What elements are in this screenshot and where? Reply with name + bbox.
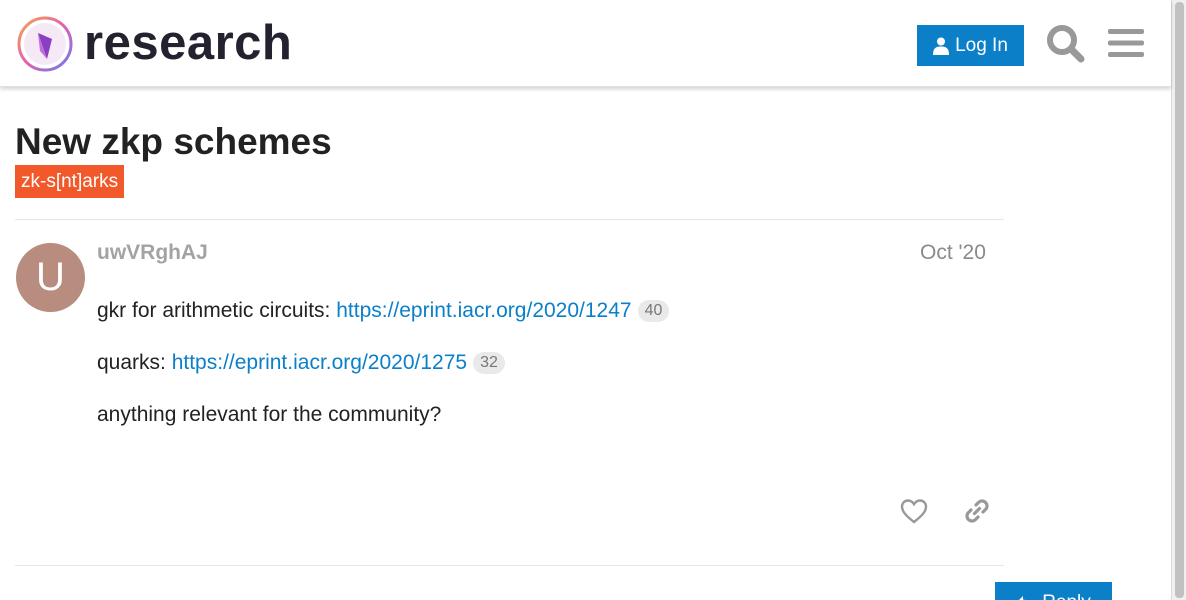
post-divider	[15, 565, 1004, 566]
site-title[interactable]: research	[84, 13, 292, 73]
category-badge[interactable]: zk-s[nt]arks	[15, 165, 125, 198]
post-link[interactable]: https://eprint.iacr.org/2020/1275	[172, 351, 467, 374]
avatar[interactable]: U	[16, 243, 85, 312]
link-click-count: 32	[473, 352, 505, 374]
site-logo[interactable]	[16, 15, 74, 73]
login-button[interactable]: Log In	[917, 25, 1024, 66]
reply-icon	[1019, 596, 1026, 600]
post-paragraph: anything relevant for the community?	[97, 402, 441, 428]
post-text: quarks:	[97, 351, 172, 374]
site-header: research Log In	[0, 0, 1171, 87]
reply-button-label: Reply	[1042, 592, 1091, 600]
search-icon[interactable]	[1043, 21, 1087, 65]
heart-icon	[900, 499, 928, 524]
user-icon	[933, 37, 950, 55]
share-link-button[interactable]	[956, 490, 998, 532]
post-text: anything relevant for the community?	[97, 403, 442, 426]
reply-button[interactable]: Reply	[995, 582, 1112, 600]
post-text: gkr for arithmetic circuits:	[97, 299, 337, 322]
like-button[interactable]	[893, 490, 935, 532]
login-button-label: Log In	[955, 34, 1008, 56]
scrollbar-thumb[interactable]	[1175, 2, 1184, 598]
post-paragraph: gkr for arithmetic circuits: https://epr…	[97, 298, 670, 324]
post-link[interactable]: https://eprint.iacr.org/2020/1247	[336, 299, 631, 322]
post-date[interactable]: Oct '20	[920, 240, 986, 266]
post-username[interactable]: uwVRghAJ	[97, 240, 208, 266]
topic-title[interactable]: New zkp schemes	[15, 120, 332, 164]
link-icon	[965, 499, 989, 523]
link-click-count: 40	[637, 300, 670, 322]
hamburger-menu-icon[interactable]	[1104, 21, 1148, 65]
post-paragraph: quarks: https://eprint.iacr.org/2020/127…	[97, 350, 505, 376]
page-scrollbar[interactable]	[1171, 0, 1186, 600]
topic-divider	[15, 219, 1004, 220]
